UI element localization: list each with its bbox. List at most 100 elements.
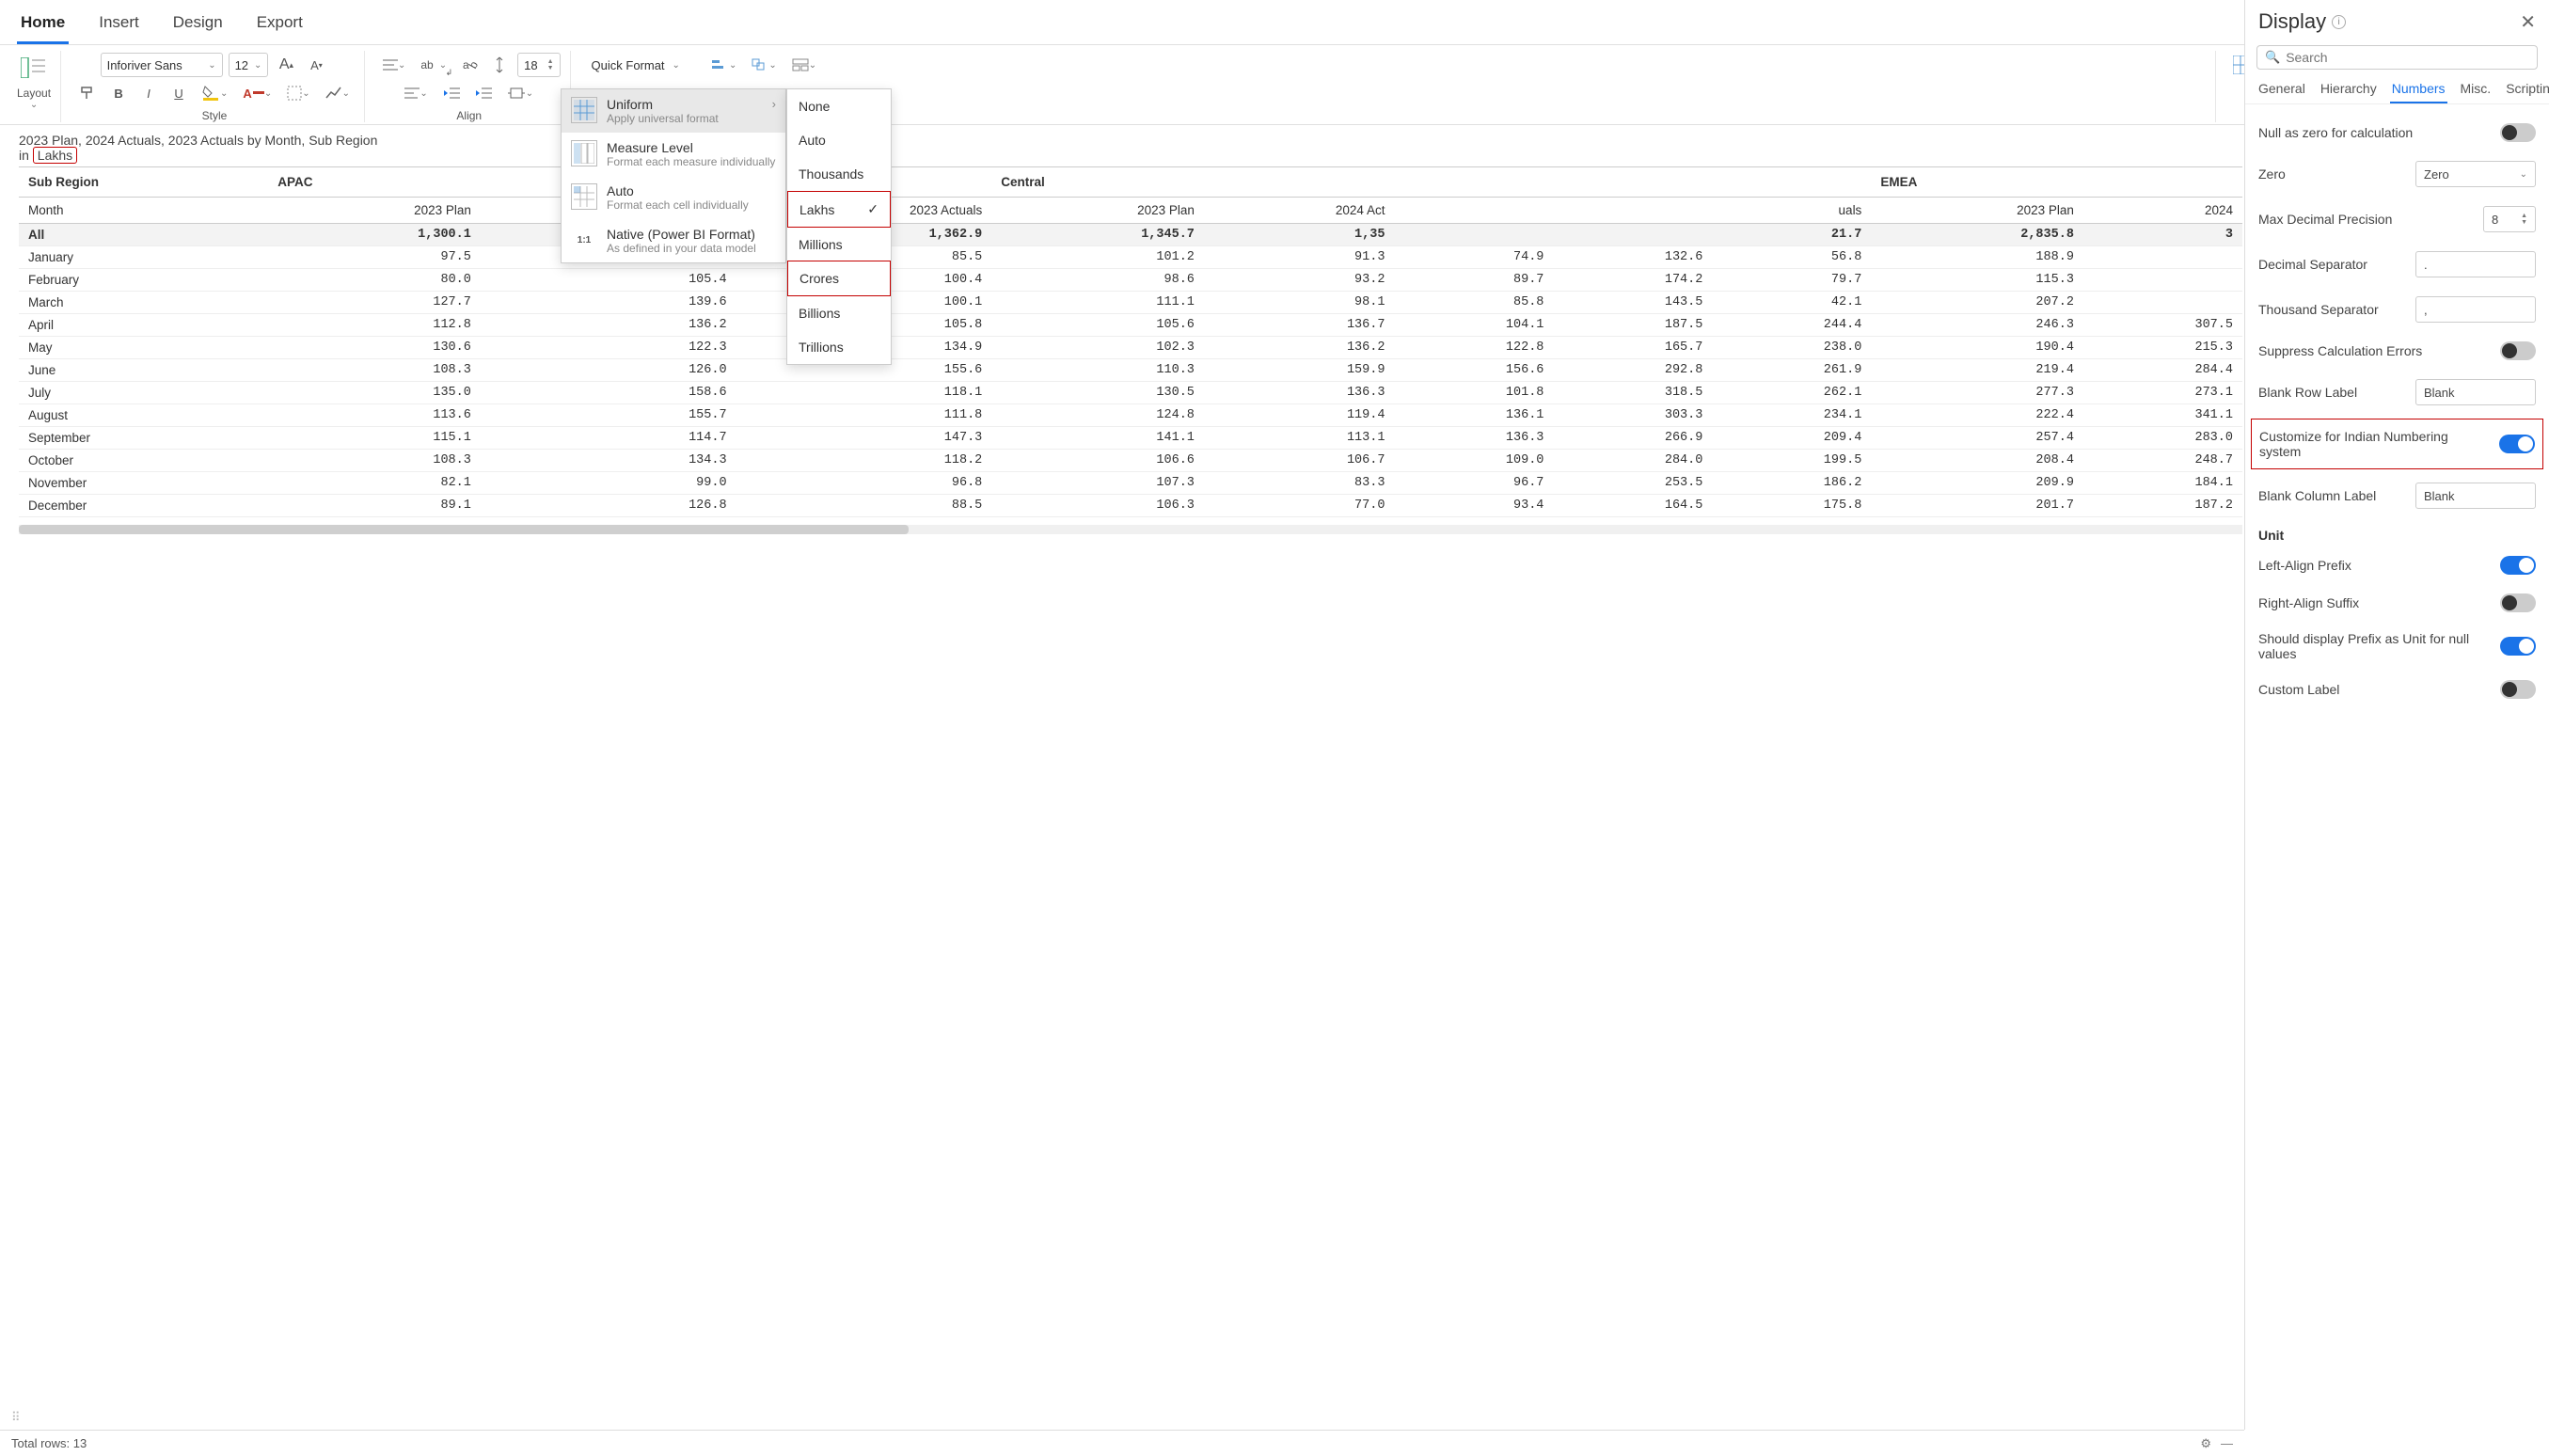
- cell[interactable]: 136.3: [1394, 427, 1553, 450]
- orientation-icon[interactable]: ab: [457, 53, 482, 77]
- max-dec-input[interactable]: 8▲▼: [2483, 206, 2536, 232]
- cell[interactable]: 79.7: [1712, 269, 1871, 292]
- cell[interactable]: [2083, 269, 2242, 292]
- cell[interactable]: 56.8: [1712, 246, 1871, 269]
- cell[interactable]: 222.4: [1871, 404, 2083, 427]
- dec-sep-input[interactable]: .: [2415, 251, 2536, 277]
- stepper-icon[interactable]: ▲▼: [547, 58, 554, 71]
- cell[interactable]: 257.4: [1871, 427, 2083, 450]
- cell[interactable]: February: [19, 269, 268, 292]
- cell[interactable]: 102.3: [991, 337, 1204, 359]
- cell[interactable]: 341.1: [2083, 404, 2242, 427]
- tab-numbers[interactable]: Numbers: [2390, 75, 2447, 103]
- cell[interactable]: 284.0: [1553, 450, 1712, 472]
- tab-home[interactable]: Home: [17, 8, 69, 44]
- bold-button[interactable]: B: [106, 81, 131, 105]
- tab-hierarchy[interactable]: Hierarchy: [2319, 75, 2379, 103]
- cell[interactable]: 209.4: [1712, 427, 1871, 450]
- col-header[interactable]: [1394, 198, 1553, 224]
- cell[interactable]: 262.1: [1712, 382, 1871, 404]
- table-row[interactable]: July135.0158.6118.1130.5136.3101.8318.52…: [19, 382, 2242, 404]
- table-row[interactable]: March127.7139.6100.1111.198.185.8143.542…: [19, 292, 2242, 314]
- cell[interactable]: 122.8: [1394, 337, 1553, 359]
- qf-native[interactable]: 1:1 Native (Power BI Format)As defined i…: [562, 219, 785, 262]
- blank-col-input[interactable]: Blank: [2415, 483, 2536, 509]
- col-header[interactable]: 2024: [2083, 198, 2242, 224]
- table-row[interactable]: June108.3126.0155.6110.3159.9156.6292.82…: [19, 359, 2242, 382]
- trend-button[interactable]: ⌄: [321, 81, 355, 105]
- cell[interactable]: 108.3: [268, 359, 481, 382]
- cell[interactable]: 109.0: [1394, 450, 1553, 472]
- col-header[interactable]: 2024 Act: [1204, 198, 1395, 224]
- cell[interactable]: 93.2: [1204, 269, 1395, 292]
- zero-select[interactable]: Zero⌄: [2415, 161, 2536, 187]
- cell[interactable]: 143.5: [1553, 292, 1712, 314]
- data-grid[interactable]: Sub Region APAC Central EMEA Month 2023 …: [0, 166, 2244, 534]
- cell[interactable]: 106.6: [991, 450, 1204, 472]
- quick-format-button[interactable]: Quick Format ⌄: [584, 55, 688, 76]
- cell[interactable]: 244.4: [1712, 314, 1871, 337]
- scale-auto[interactable]: Auto: [787, 123, 891, 157]
- scale-lakhs[interactable]: Lakhs✓: [787, 191, 891, 228]
- search-input[interactable]: [2286, 50, 2529, 65]
- italic-button[interactable]: I: [136, 81, 161, 105]
- toggle-prefix-null[interactable]: [2500, 637, 2536, 656]
- info-icon[interactable]: i: [2332, 15, 2346, 29]
- cell[interactable]: 82.1: [268, 472, 481, 495]
- chevron-down-icon[interactable]: ⌄: [30, 100, 38, 110]
- cell[interactable]: October: [19, 450, 268, 472]
- cell[interactable]: 186.2: [1712, 472, 1871, 495]
- format-painter-icon[interactable]: [74, 81, 101, 105]
- cell[interactable]: 141.1: [991, 427, 1204, 450]
- scale-crores[interactable]: Crores: [787, 261, 891, 296]
- cell[interactable]: 201.7: [1871, 495, 2083, 517]
- wrap-text-icon[interactable]: ab↲⌄: [416, 53, 451, 77]
- stepper-icon[interactable]: ▲▼: [2521, 213, 2527, 226]
- cell[interactable]: 126.8: [481, 495, 736, 517]
- cell[interactable]: 209.9: [1871, 472, 2083, 495]
- cell[interactable]: 261.9: [1712, 359, 1871, 382]
- row-height-input[interactable]: 18 ▲▼: [517, 53, 560, 77]
- cell[interactable]: 106.3: [991, 495, 1204, 517]
- cell[interactable]: 135.0: [268, 382, 481, 404]
- decrease-font-icon[interactable]: A▾: [304, 53, 328, 77]
- cell[interactable]: 155.7: [481, 404, 736, 427]
- cell[interactable]: 106.7: [1204, 450, 1395, 472]
- table-row[interactable]: August113.6155.7111.8124.8119.4136.1303.…: [19, 404, 2242, 427]
- cell[interactable]: 126.0: [481, 359, 736, 382]
- cell[interactable]: 115.3: [1871, 269, 2083, 292]
- qf-measure[interactable]: Measure LevelFormat each measure individ…: [562, 133, 785, 176]
- cell[interactable]: 42.1: [1712, 292, 1871, 314]
- borders-button[interactable]: ⌄: [282, 81, 314, 105]
- cell[interactable]: 96.7: [1394, 472, 1553, 495]
- cell[interactable]: 134.3: [481, 450, 736, 472]
- layout-grid-icon[interactable]: ⌄: [787, 53, 821, 77]
- cell[interactable]: 101.2: [991, 246, 1204, 269]
- cell[interactable]: 97.5: [268, 246, 481, 269]
- cell[interactable]: 122.3: [481, 337, 736, 359]
- scale-millions[interactable]: Millions: [787, 228, 891, 261]
- cell[interactable]: 139.6: [481, 292, 736, 314]
- decrease-indent-icon[interactable]: [438, 81, 465, 105]
- cell[interactable]: 187.2: [2083, 495, 2242, 517]
- cell[interactable]: 130.5: [991, 382, 1204, 404]
- cell[interactable]: 115.1: [268, 427, 481, 450]
- cell[interactable]: 89.1: [268, 495, 481, 517]
- horizontal-scrollbar[interactable]: [19, 525, 2242, 534]
- cell[interactable]: 80.0: [268, 269, 481, 292]
- col-month[interactable]: Month: [19, 198, 268, 224]
- cell[interactable]: 110.3: [991, 359, 1204, 382]
- cell[interactable]: 318.5: [1553, 382, 1712, 404]
- cell[interactable]: 105.4: [481, 269, 736, 292]
- cell[interactable]: 111.8: [736, 404, 992, 427]
- gear-icon[interactable]: ⚙: [2200, 1436, 2211, 1451]
- align-left-icon[interactable]: ⌄: [400, 81, 432, 105]
- align-bars-icon[interactable]: ⌄: [707, 53, 741, 77]
- col-header[interactable]: [1553, 198, 1712, 224]
- toggle-indian-numbering[interactable]: [2499, 435, 2535, 453]
- cell[interactable]: 208.4: [1871, 450, 2083, 472]
- cell[interactable]: January: [19, 246, 268, 269]
- cell[interactable]: July: [19, 382, 268, 404]
- cell[interactable]: 98.6: [991, 269, 1204, 292]
- table-row[interactable]: October108.3134.3118.2106.6106.7109.0284…: [19, 450, 2242, 472]
